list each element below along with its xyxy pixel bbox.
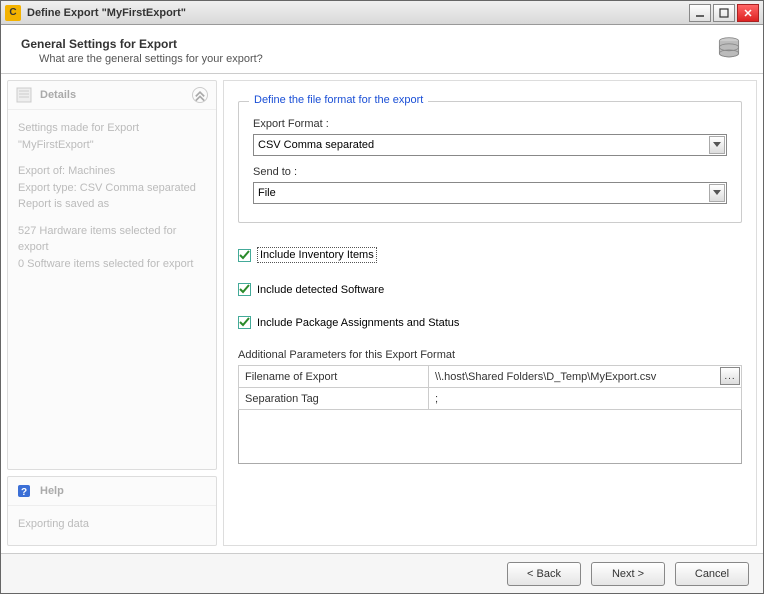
sidebar: Details Settings made for Export "MyFirs… (7, 80, 217, 546)
params-label: Additional Parameters for this Export Fo… (238, 349, 742, 361)
chevron-down-icon (709, 184, 725, 202)
filename-value: \\.host\Shared Folders\D_Temp\MyExport.c… (435, 371, 656, 383)
details-title: Details (40, 89, 192, 101)
wizard-footer: < Back Next > Cancel (1, 553, 763, 593)
checkmark-icon (238, 283, 251, 296)
param-val[interactable]: ; (429, 388, 742, 410)
collapse-details-button[interactable] (192, 87, 208, 103)
send-to-select[interactable]: File (253, 182, 727, 204)
close-button[interactable] (737, 4, 759, 22)
wizard-header: General Settings for Export What are the… (1, 25, 763, 74)
include-inventory-label: Include Inventory Items (257, 247, 377, 263)
send-to-label: Send to : (253, 166, 727, 178)
details-icon (16, 87, 32, 103)
cancel-button[interactable]: Cancel (675, 562, 749, 586)
details-line: Export type: CSV Comma separated (18, 182, 196, 194)
checkmark-icon (238, 249, 251, 262)
help-title: Help (40, 485, 208, 497)
details-body: Settings made for Export "MyFirstExport"… (8, 110, 216, 292)
page-title: General Settings for Export (21, 37, 263, 51)
include-packages-label: Include Package Assignments and Status (257, 317, 459, 329)
maximize-button[interactable] (713, 4, 735, 22)
table-row[interactable]: Separation Tag ; (239, 388, 742, 410)
next-button[interactable]: Next > (591, 562, 665, 586)
export-format-value: CSV Comma separated (258, 139, 374, 151)
browse-button[interactable]: ... (720, 367, 740, 385)
include-packages-checkbox[interactable]: Include Package Assignments and Status (238, 316, 742, 329)
minimize-button[interactable] (689, 4, 711, 22)
titlebar[interactable]: C Define Export "MyFirstExport" (1, 1, 763, 25)
details-line: Settings made for Export "MyFirstExport" (18, 120, 206, 153)
send-to-value: File (258, 187, 276, 199)
main-content: Define the file format for the export Ex… (223, 80, 757, 546)
include-software-checkbox[interactable]: Include detected Software (238, 283, 742, 296)
help-body: Exporting data (8, 506, 216, 543)
param-key: Filename of Export (239, 366, 429, 388)
page-subtitle: What are the general settings for your e… (21, 53, 263, 65)
param-val[interactable]: \\.host\Shared Folders\D_Temp\MyExport.c… (429, 366, 742, 388)
help-icon: ? (16, 483, 32, 499)
include-software-label: Include detected Software (257, 284, 384, 296)
details-line: Report is saved as (18, 198, 109, 210)
checkmark-icon (238, 316, 251, 329)
params-empty-area (238, 410, 742, 464)
export-format-label: Export Format : (253, 118, 727, 130)
details-panel: Details Settings made for Export "MyFirs… (7, 80, 217, 470)
params-table: Filename of Export \\.host\Shared Folder… (238, 365, 742, 410)
fieldset-legend: Define the file format for the export (249, 94, 428, 106)
help-panel: ? Help Exporting data (7, 476, 217, 546)
include-inventory-checkbox[interactable]: Include Inventory Items (238, 247, 742, 263)
back-button[interactable]: < Back (507, 562, 581, 586)
app-icon: C (5, 5, 21, 21)
table-row[interactable]: Filename of Export \\.host\Shared Folder… (239, 366, 742, 388)
param-key: Separation Tag (239, 388, 429, 410)
chevron-down-icon (709, 136, 725, 154)
database-icon (715, 35, 743, 66)
details-line: 527 Hardware items selected for export (18, 225, 176, 254)
details-line: Export of: Machines (18, 165, 115, 177)
details-line: 0 Software items selected for export (18, 258, 193, 270)
dialog-window: C Define Export "MyFirstExport" General … (0, 0, 764, 594)
window-title: Define Export "MyFirstExport" (27, 7, 689, 19)
export-format-select[interactable]: CSV Comma separated (253, 134, 727, 156)
file-format-fieldset: Define the file format for the export Ex… (238, 101, 742, 223)
svg-text:?: ? (21, 487, 27, 498)
